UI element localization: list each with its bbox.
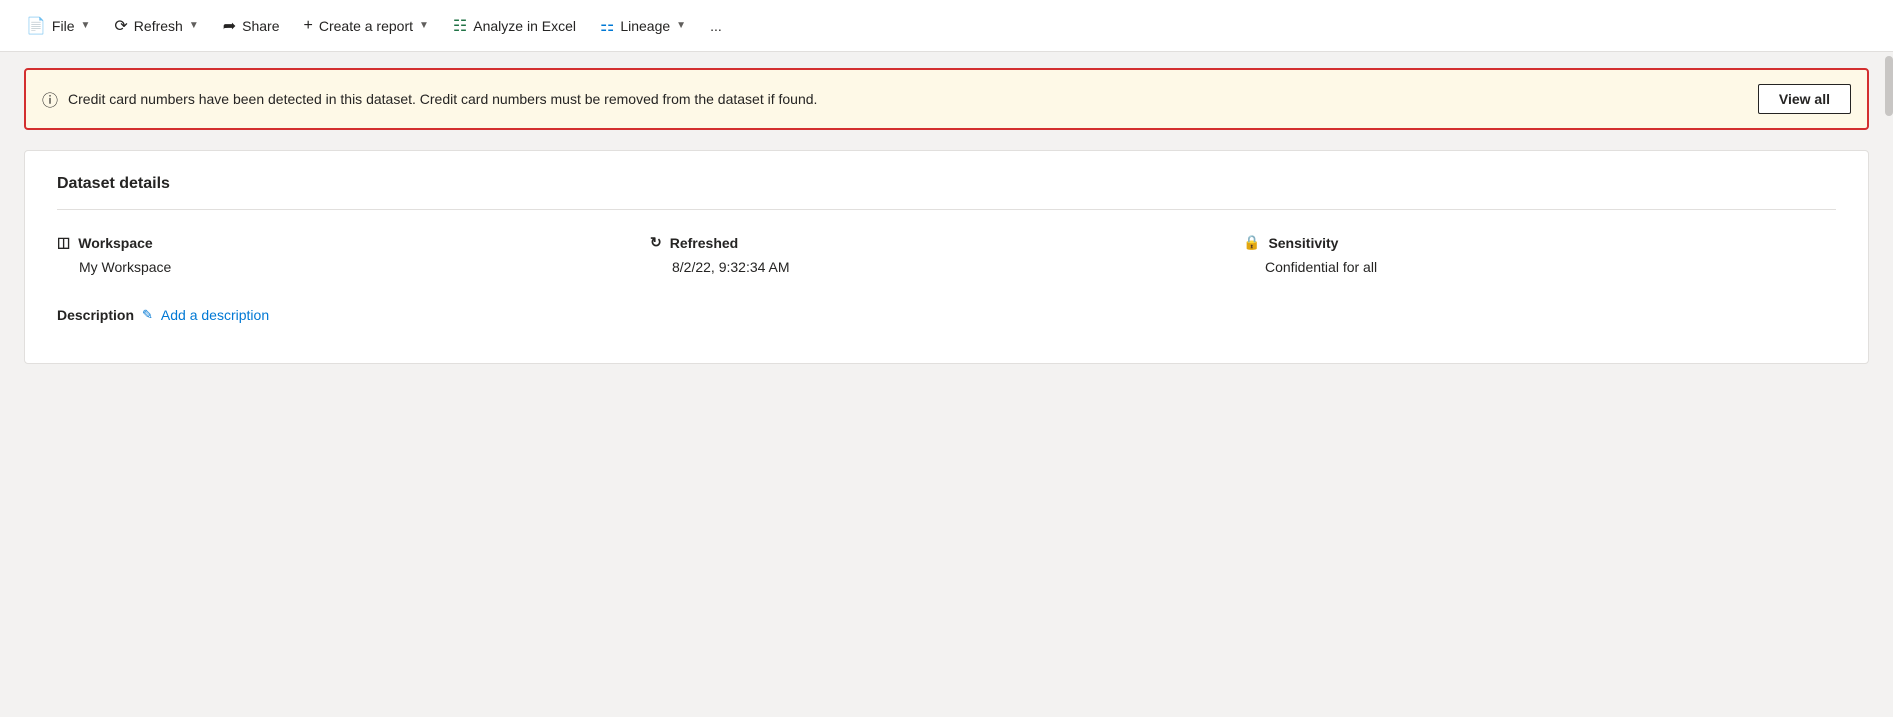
content-area: ⓘ Credit card numbers have been detected… [0, 52, 1893, 717]
refresh-button[interactable]: ⟳ Refresh ▼ [104, 10, 208, 42]
file-button[interactable]: 📄 File ▼ [16, 10, 100, 42]
sensitivity-label: 🔒 Sensitivity [1243, 234, 1836, 251]
dataset-details-title: Dataset details [57, 175, 1836, 193]
alert-content: ⓘ Credit card numbers have been detected… [42, 87, 817, 111]
share-icon: ➦ [223, 16, 236, 36]
scrollbar-track [1885, 52, 1893, 717]
file-chevron-icon: ▼ [80, 20, 90, 31]
more-options-button[interactable]: ... [700, 12, 732, 40]
lineage-button[interactable]: ⚏ Lineage ▼ [590, 10, 696, 42]
details-row: ◫ Workspace My Workspace ↻ Refreshed 8/2… [57, 234, 1836, 275]
workspace-value: My Workspace [57, 259, 650, 275]
excel-icon: ☷ [453, 16, 467, 36]
refresh-small-icon: ↻ [650, 234, 662, 251]
view-all-button[interactable]: View all [1758, 84, 1851, 114]
create-report-button[interactable]: + Create a report ▼ [294, 11, 439, 41]
sensitivity-col: 🔒 Sensitivity Confidential for all [1243, 234, 1836, 275]
file-icon: 📄 [26, 16, 46, 36]
scrollbar-thumb[interactable] [1885, 56, 1893, 116]
refresh-label: Refresh [134, 18, 183, 34]
workspace-col: ◫ Workspace My Workspace [57, 234, 650, 275]
info-icon: ⓘ [42, 87, 58, 111]
plus-icon: + [304, 17, 313, 35]
lineage-icon: ⚏ [600, 16, 614, 36]
refresh-chevron-icon: ▼ [189, 20, 199, 31]
toolbar: 📄 File ▼ ⟳ Refresh ▼ ➦ Share + Create a … [0, 0, 1893, 52]
lineage-chevron-icon: ▼ [676, 20, 686, 31]
refreshed-col: ↻ Refreshed 8/2/22, 9:32:34 AM [650, 234, 1243, 275]
add-description-link[interactable]: Add a description [161, 307, 269, 323]
analyze-excel-button[interactable]: ☷ Analyze in Excel [443, 10, 586, 42]
description-label: Description [57, 307, 134, 323]
refreshed-value: 8/2/22, 9:32:34 AM [650, 259, 1243, 275]
file-label: File [52, 18, 75, 34]
alert-banner: ⓘ Credit card numbers have been detected… [24, 68, 1869, 130]
share-label: Share [242, 18, 279, 34]
create-report-chevron-icon: ▼ [419, 20, 429, 31]
refresh-icon: ⟳ [114, 16, 127, 36]
lineage-label: Lineage [620, 18, 670, 34]
dataset-details-card: Dataset details ◫ Workspace My Workspace… [24, 150, 1869, 364]
workspace-label: ◫ Workspace [57, 234, 650, 251]
description-row: Description ✎ Add a description [57, 307, 1836, 323]
alert-text: Credit card numbers have been detected i… [68, 91, 817, 107]
analyze-excel-label: Analyze in Excel [473, 18, 576, 34]
details-divider [57, 209, 1836, 210]
workspace-icon: ◫ [57, 234, 70, 251]
refreshed-label: ↻ Refreshed [650, 234, 1243, 251]
sensitivity-value: Confidential for all [1243, 259, 1836, 275]
share-button[interactable]: ➦ Share [213, 10, 290, 42]
sensitivity-icon: 🔒 [1243, 234, 1260, 251]
more-options-label: ... [710, 18, 722, 34]
create-report-label: Create a report [319, 18, 413, 34]
edit-description-icon[interactable]: ✎ [142, 307, 153, 323]
